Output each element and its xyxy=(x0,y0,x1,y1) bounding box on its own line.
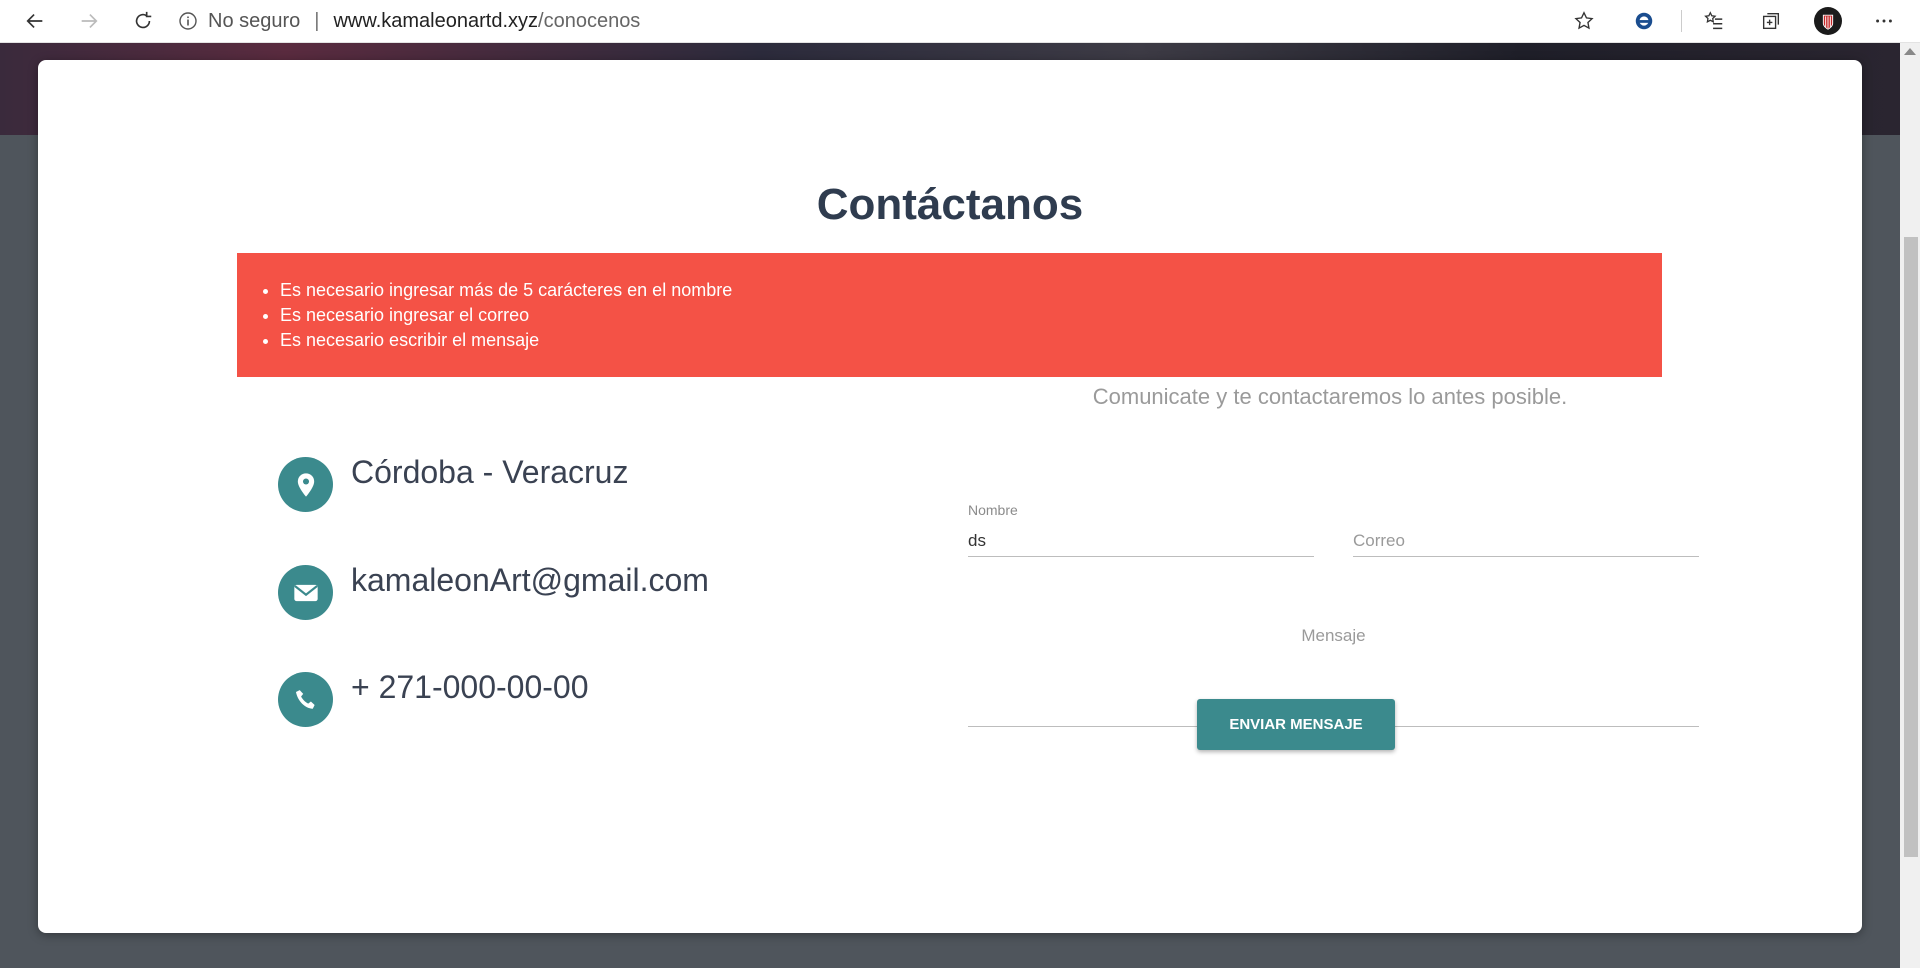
toolbar-divider xyxy=(1681,10,1682,32)
collections-icon xyxy=(1762,12,1780,30)
extension-icon xyxy=(1635,12,1653,30)
location-pin-icon xyxy=(278,457,333,512)
info-icon xyxy=(179,12,197,30)
arrow-left-icon xyxy=(26,13,43,29)
contact-card: Contáctanos Es necesario ingresar más de… xyxy=(38,60,1862,933)
contact-phone: + 271-000-00-00 xyxy=(278,669,589,727)
collections-button[interactable] xyxy=(1754,4,1788,38)
url-separator: | xyxy=(314,9,320,32)
email-text: kamaleonArt@gmail.com xyxy=(351,562,709,598)
error-item: Es necesario ingresar más de 5 caráctere… xyxy=(280,278,1662,303)
favorite-star-button[interactable] xyxy=(1567,4,1601,38)
form-intro-text: Comunicate y te contactaremos lo antes p… xyxy=(1092,384,1568,409)
avatar xyxy=(1814,7,1842,35)
contact-location: Córdoba - Veracruz xyxy=(278,454,629,512)
security-label: No seguro xyxy=(208,9,301,32)
url-path: /conocenos xyxy=(538,9,641,32)
email-input[interactable] xyxy=(1353,526,1699,557)
page-title: Contáctanos xyxy=(816,180,1084,229)
arrow-right-icon xyxy=(81,13,98,29)
scrollbar-thumb[interactable] xyxy=(1904,237,1918,857)
address-bar[interactable]: No seguro | www.kamaleonartd.xyz/conocen… xyxy=(178,0,640,42)
error-alert: Es necesario ingresar más de 5 caráctere… xyxy=(237,253,1662,377)
favorites-list-icon xyxy=(1704,11,1723,30)
phone-text: + 271-000-00-00 xyxy=(351,669,589,705)
profile-button[interactable] xyxy=(1811,4,1845,38)
name-input[interactable] xyxy=(968,526,1314,557)
favorites-button[interactable] xyxy=(1697,4,1731,38)
envelope-icon xyxy=(278,565,333,620)
error-list: Es necesario ingresar más de 5 caráctere… xyxy=(237,278,1662,353)
refresh-button[interactable] xyxy=(126,4,160,38)
star-icon xyxy=(1574,11,1594,30)
error-item: Es necesario escribir el mensaje xyxy=(280,328,1662,353)
url-host: www.kamaleonartd.xyz xyxy=(333,9,539,32)
more-options-button[interactable] xyxy=(1867,4,1901,38)
contact-email: kamaleonArt@gmail.com xyxy=(278,562,709,620)
send-message-button[interactable]: ENVIAR MENSAJE xyxy=(1197,699,1395,750)
browser-toolbar: No seguro | www.kamaleonartd.xyz/conocen… xyxy=(0,0,1920,43)
extension-button[interactable] xyxy=(1627,4,1661,38)
more-dots-icon xyxy=(1876,19,1892,23)
back-button[interactable] xyxy=(18,4,52,38)
name-field-label: Nombre xyxy=(968,502,1018,518)
error-item: Es necesario ingresar el correo xyxy=(280,303,1662,328)
refresh-icon xyxy=(135,11,152,29)
location-text: Córdoba - Veracruz xyxy=(351,454,629,490)
phone-icon xyxy=(278,672,333,727)
page-scrollbar[interactable] xyxy=(1900,42,1920,968)
forward-button[interactable] xyxy=(72,4,106,38)
scroll-up-arrow-icon[interactable] xyxy=(1904,48,1916,55)
